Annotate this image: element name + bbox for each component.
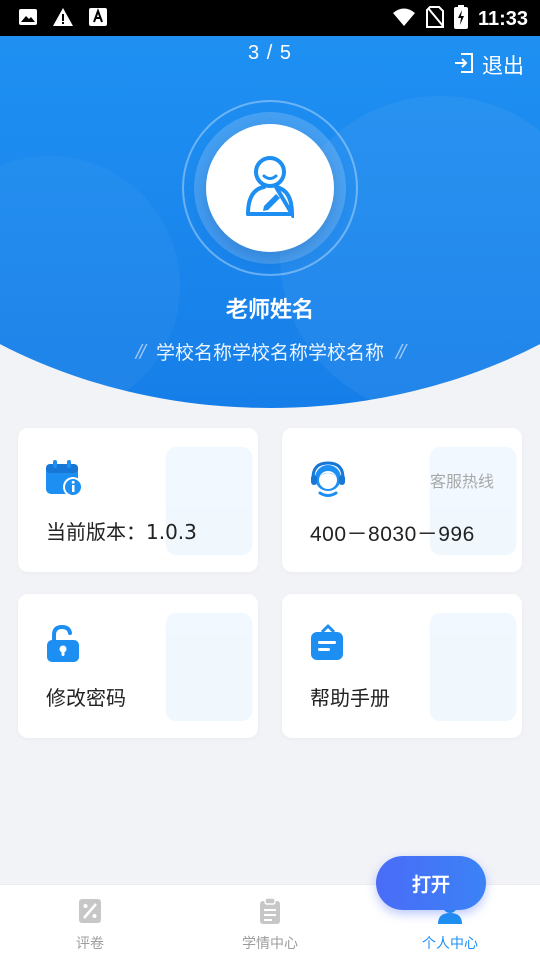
font-icon [88, 7, 108, 31]
decorative-slashes: // [135, 341, 146, 362]
nav-label: 评卷 [76, 936, 104, 952]
logout-icon [452, 51, 476, 80]
card-watermark [165, 446, 253, 556]
manual-icon [308, 624, 348, 668]
decorative-slashes: // [396, 341, 406, 362]
school-name: 学校名称学校名称学校名称 [155, 342, 384, 364]
hotline-card[interactable]: 客服热线 400－8030－996 [282, 428, 522, 572]
school-name-row: // 学校名称学校名称学校名称 // [0, 338, 540, 365]
logout-button[interactable]: 退出 [452, 50, 524, 80]
battery-charging-icon [453, 5, 468, 33]
help-manual-label: 帮助手册 [310, 686, 390, 710]
unlock-icon [44, 624, 84, 668]
hotline-caption: 客服热线 [429, 472, 494, 491]
warning-icon [52, 7, 74, 31]
nav-label: 学情中心 [242, 936, 298, 952]
version-label: 当前版本：1.0.3 [46, 520, 197, 544]
change-password-label: 修改密码 [46, 686, 126, 710]
teacher-name: 老师姓名 [225, 298, 314, 323]
version-card[interactable]: 当前版本：1.0.3 [18, 428, 258, 572]
wifi-icon [392, 7, 416, 31]
image-icon [18, 7, 38, 31]
status-bar: 11:33 [0, 0, 540, 36]
change-password-card[interactable]: 修改密码 [18, 594, 258, 738]
nav-item-learning-center[interactable]: 学情中心 [180, 885, 360, 960]
help-manual-card[interactable]: 帮助手册 [282, 594, 522, 738]
avatar[interactable] [206, 124, 334, 252]
clipboard-icon [257, 897, 283, 929]
logout-label: 退出 [482, 54, 524, 78]
grading-icon [77, 897, 103, 929]
card-watermark [165, 612, 253, 722]
no-sim-icon [425, 6, 444, 32]
nav-item-grading[interactable]: 评卷 [0, 885, 180, 960]
clock: 11:33 [477, 7, 528, 30]
open-button[interactable]: 打开 [376, 856, 486, 910]
card-watermark [429, 612, 517, 722]
nav-label: 个人中心 [422, 936, 478, 952]
customer-service-icon [308, 458, 348, 502]
hotline-number: 400－8030－996 [310, 523, 475, 546]
calendar-info-icon [44, 458, 84, 502]
teacher-avatar-icon [240, 154, 300, 222]
profile-header: 3 / 5 退出 老师姓名 // 学校名称学校名称学校名称 // [0, 36, 540, 408]
